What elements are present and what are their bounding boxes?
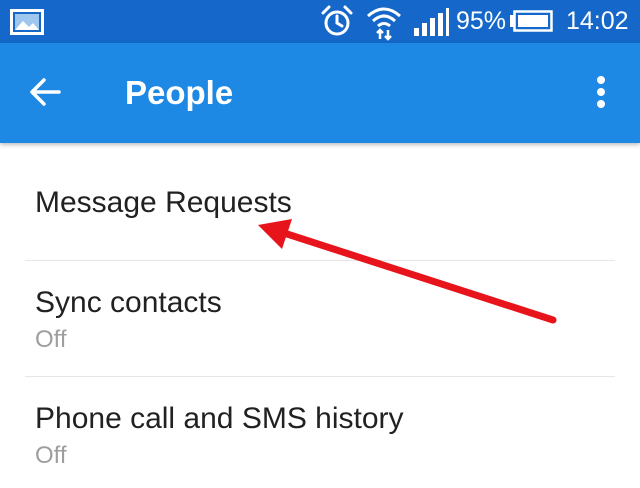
signal-icon <box>413 8 449 41</box>
status-clock: 14:02 <box>566 7 629 35</box>
alarm-icon <box>320 4 354 43</box>
status-bar: 95% 14:02 <box>0 0 640 43</box>
setting-message-requests[interactable]: Message Requests <box>0 143 640 260</box>
more-vert-icon <box>596 75 606 114</box>
setting-label: Phone call and SMS history <box>35 402 404 435</box>
wifi-icon <box>365 3 403 46</box>
screen: 95% 14:02 People Message Requests Sync c… <box>0 0 640 488</box>
setting-sync-contacts[interactable]: Sync contacts Off <box>0 261 640 376</box>
page-title: People <box>125 74 234 111</box>
setting-label: Sync contacts <box>35 286 222 319</box>
setting-value: Off <box>35 326 67 353</box>
gallery-icon <box>10 9 44 40</box>
overflow-menu-button[interactable] <box>584 71 618 117</box>
battery-icon <box>509 10 553 37</box>
arrow-left-icon <box>29 77 61 111</box>
app-bar: People <box>0 43 640 143</box>
setting-phone-call-sms-history[interactable]: Phone call and SMS history Off <box>0 377 640 488</box>
setting-value: Off <box>35 442 67 469</box>
setting-label: Message Requests <box>35 186 292 219</box>
battery-percentage: 95% <box>456 7 507 35</box>
back-button[interactable] <box>22 71 68 117</box>
